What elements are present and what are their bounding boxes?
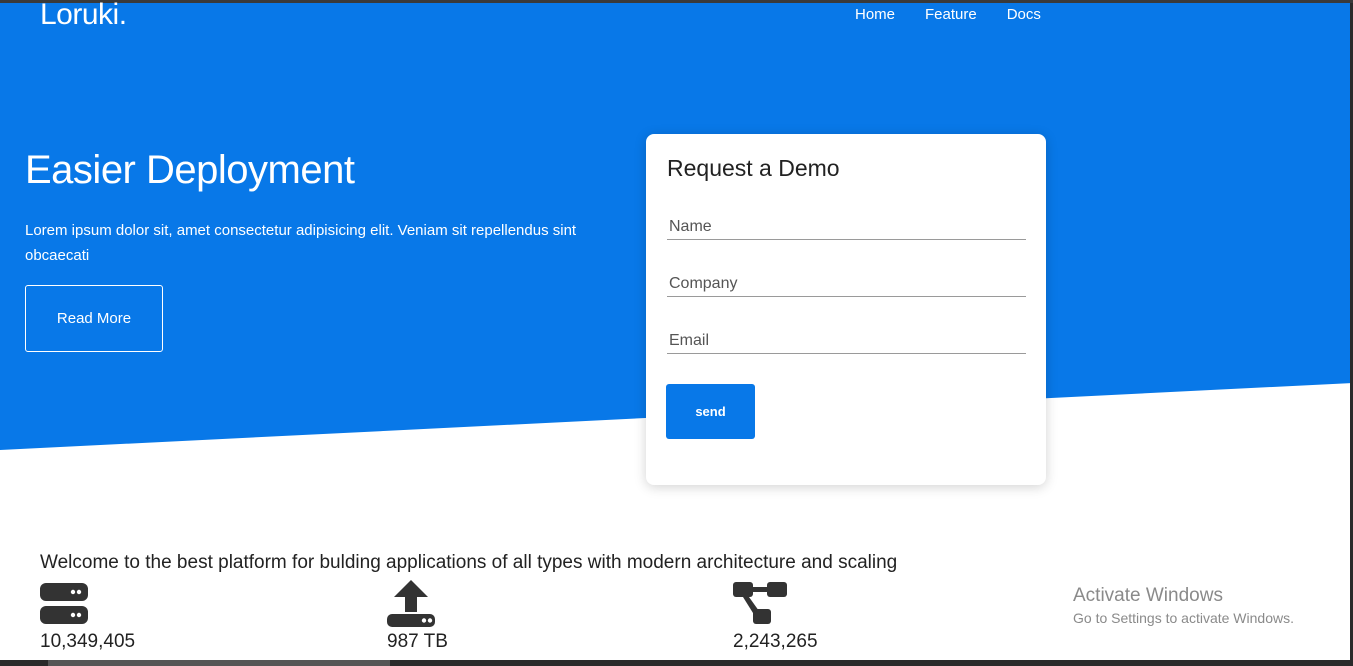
nav-feature-link[interactable]: Feature (925, 6, 977, 23)
upload-icon (387, 580, 435, 627)
nav-docs-link[interactable]: Docs (1007, 6, 1041, 23)
hero-title: Easier Deployment (25, 148, 355, 192)
network-icon (733, 582, 787, 624)
watermark-title: Activate Windows (1073, 585, 1223, 606)
server-icon (40, 583, 88, 624)
stat-item: 10,349,405 (40, 578, 135, 653)
stat-value: 987 TB (387, 631, 448, 652)
company-input[interactable] (667, 271, 1026, 297)
send-button[interactable]: send (666, 384, 755, 439)
watermark-subtitle: Go to Settings to activate Windows. (1073, 610, 1294, 626)
demo-form-title: Request a Demo (667, 155, 840, 181)
activate-windows-watermark: Activate Windows Go to Settings to activ… (1073, 585, 1294, 626)
nav-home-link[interactable]: Home (855, 6, 895, 23)
read-more-button[interactable]: Read More (25, 285, 163, 352)
email-input[interactable] (667, 328, 1026, 354)
hero-description: Lorem ipsum dolor sit, amet consectetur … (25, 222, 577, 264)
name-input[interactable] (667, 214, 1026, 240)
taskbar-edge (0, 660, 1353, 666)
stat-item: 2,243,265 (733, 578, 818, 653)
stat-item: 987 TB (387, 578, 448, 653)
stat-value: 10,349,405 (40, 631, 136, 652)
main-nav: Home Feature Docs (855, 6, 1041, 23)
stats-heading: Welcome to the best platform for bulding… (40, 552, 898, 573)
logo[interactable]: Loruki. (40, 0, 127, 32)
stat-value: 2,243,265 (733, 631, 818, 652)
request-demo-card: Request a Demo send (646, 134, 1046, 485)
taskbar-segment (48, 660, 390, 666)
